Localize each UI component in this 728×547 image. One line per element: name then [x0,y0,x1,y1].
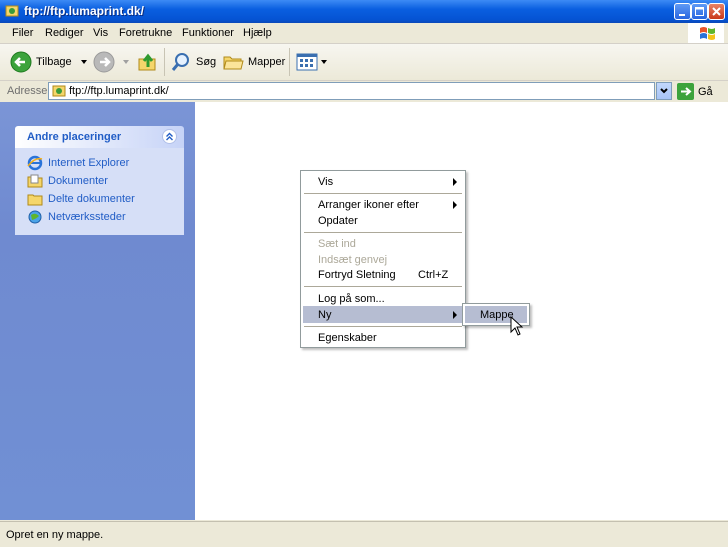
folders-label: Mapper [248,56,286,68]
ftp-folder-icon [52,85,66,97]
ctx-refresh[interactable]: Opdater [303,212,463,229]
window-title: ftp://ftp.lumaprint.dk/ [24,4,144,18]
task-pane: Andre placeringer Internet Explorer Doku… [0,102,195,520]
menu-separator [304,232,462,233]
status-bar: Opret en ny mappe. [0,521,728,547]
ctx-arrange-label: Arranger ikoner efter [318,199,419,211]
internet-explorer-icon [27,155,43,171]
address-dropdown-button[interactable] [656,82,672,100]
menu-bar: Filer Rediger Vis Foretrukne Funktioner … [0,23,728,44]
back-button[interactable]: Tilbage [10,50,90,74]
sidebar-item-label: Delte dokumenter [48,193,135,205]
menu-tools[interactable]: Funktioner [182,27,234,39]
sidebar-item-label: Dokumenter [48,175,108,187]
address-label: Adresse [7,85,48,97]
submenu-arrow-icon [453,201,457,209]
views-button[interactable] [296,50,329,74]
ctx-paste-label: Sæt ind [318,238,356,250]
chevron-down-icon [660,88,668,94]
mouse-cursor-icon [510,316,524,336]
sidebar-item-label: Internet Explorer [48,157,130,169]
back-dropdown-icon[interactable] [78,57,90,67]
sidebar-item-documents[interactable]: Dokumenter [27,173,108,189]
other-places-title: Andre placeringer [27,131,122,143]
ctx-undo-delete[interactable]: Fortryd Sletning Ctrl+Z [303,266,463,283]
windows-logo [688,23,724,43]
status-text: Opret en ny mappe. [6,529,104,541]
minimize-icon [679,14,685,16]
menu-view[interactable]: Vis [93,27,108,39]
ctx-properties[interactable]: Egenskaber [303,329,463,346]
menu-separator [304,193,462,194]
search-label: Søg [196,56,217,68]
ctx-view-label: Vis [318,176,334,188]
menu-favorites[interactable]: Foretrukne [119,27,172,39]
windows-flag-icon [700,27,715,40]
collapse-button[interactable] [162,129,177,144]
toolbar-separator [164,48,165,76]
explorer-window: ftp://ftp.lumaprint.dk/ Filer Rediger Vi… [0,0,728,547]
sidebar-item-network-places[interactable]: Netværkssteder [27,209,126,225]
folders-button[interactable]: Mapper [222,50,285,74]
search-button[interactable]: Søg [170,50,216,74]
go-arrow-icon [677,83,694,100]
network-places-icon [28,210,42,224]
address-input[interactable]: ftp://ftp.lumaprint.dk/ [48,82,655,100]
maximize-button[interactable] [691,3,708,20]
address-bar: Adresse ftp://ftp.lumaprint.dk/ Gå [0,81,728,103]
ctx-paste-shortcut-label: Indsæt genvej [318,254,388,266]
toolbar: Tilbage Søg Mapper [0,44,728,81]
up-folder-button[interactable] [137,50,159,74]
submenu-arrow-icon [453,178,457,186]
context-menu: Vis Arranger ikoner efter Opdater Sæt in… [300,170,466,348]
ctx-refresh-label: Opdater [318,215,358,227]
menu-help[interactable]: Hjælp [243,27,272,39]
ctx-arrange-icons[interactable]: Arranger ikoner efter [303,196,463,213]
folders-icon [223,56,244,70]
forward-arrow-icon [93,51,115,73]
ftp-folder-icon [5,5,19,17]
minimize-button[interactable] [674,3,691,20]
submenu-folder-label: Mappe [480,309,514,321]
views-dropdown-icon[interactable] [319,57,329,67]
sidebar-item-shared-documents[interactable]: Delte dokumenter [27,191,135,207]
other-places-list: Internet Explorer Dokumenter Delte dokum… [15,148,184,235]
back-arrow-icon [10,51,32,73]
shared-documents-folder-icon [27,194,43,206]
address-value: ftp://ftp.lumaprint.dk/ [69,85,169,97]
title-bar[interactable]: ftp://ftp.lumaprint.dk/ [0,0,728,23]
forward-dropdown-icon[interactable] [120,57,132,67]
toolbar-separator [289,48,290,76]
go-button[interactable]: Gå [677,83,713,100]
menu-file[interactable]: Filer [12,27,33,39]
up-folder-icon [138,53,156,71]
back-label: Tilbage [36,56,72,68]
menu-separator [304,326,462,327]
close-icon [712,7,721,16]
ctx-new[interactable]: Ny [303,306,463,323]
forward-button[interactable] [93,50,132,74]
sidebar-item-internet-explorer[interactable]: Internet Explorer [27,155,129,171]
close-button[interactable] [708,3,725,20]
ctx-login-as[interactable]: Log på som... [303,290,463,307]
ctx-undo-delete-shortcut: Ctrl+Z [418,269,449,281]
go-label: Gå [698,85,713,98]
views-icon [296,53,318,71]
search-icon [171,53,189,71]
other-places-header[interactable]: Andre placeringer [15,126,184,148]
ctx-view[interactable]: Vis [303,173,463,190]
menu-separator [304,286,462,287]
submenu-arrow-icon [453,311,457,319]
menu-edit[interactable]: Rediger [45,27,84,39]
chevron-up-double-icon [166,132,173,141]
ctx-paste: Sæt ind [303,235,463,252]
maximize-icon [695,7,704,16]
ctx-new-label: Ny [318,309,332,321]
ctx-undo-delete-label: Fortryd Sletning [318,269,396,281]
documents-folder-icon [27,174,43,188]
other-places-panel: Andre placeringer Internet Explorer Doku… [15,126,184,235]
sidebar-item-label: Netværkssteder [48,211,126,223]
ctx-login-as-label: Log på som... [318,293,385,305]
ctx-properties-label: Egenskaber [318,332,377,344]
